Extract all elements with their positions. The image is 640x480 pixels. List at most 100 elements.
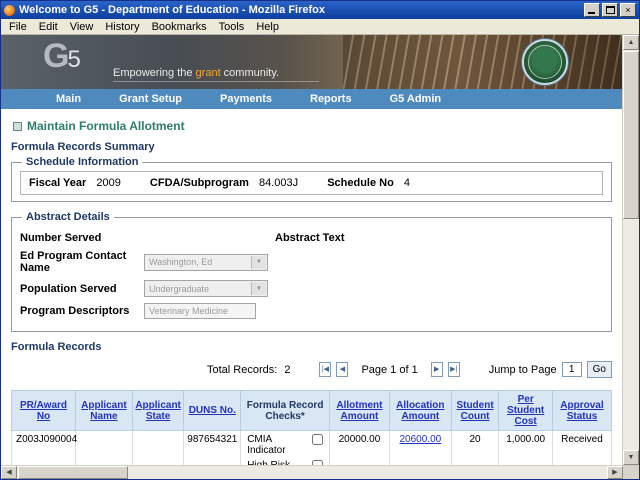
logo-5: 5 [67,46,80,73]
cell-applicant-name [75,430,133,465]
nav-g5-admin[interactable]: G5 Admin [371,93,461,105]
program-descriptors-value: Veterinary Medicine [149,306,229,316]
last-page-button[interactable]: ▶| [447,362,460,377]
header-allocation-amount: Allocation Amount [388,390,452,431]
sort-per-student-cost-link[interactable]: Per Student Cost [507,394,544,427]
firefox-icon [4,4,15,16]
menu-tools[interactable]: Tools [213,20,251,34]
schedule-no-value: 4 [403,177,410,189]
g5-logo: G5 [43,37,81,76]
sort-duns-no-link[interactable]: DUNS No. [189,405,236,416]
chevron-down-icon: ▼ [251,255,266,269]
abstract-legend: Abstract Details [26,211,110,223]
jump-to-page-label: Jump to Page [488,363,557,376]
header-allotment-amount: Allotment Amount [329,390,390,431]
prev-page-button[interactable]: ◀ [336,362,349,377]
formula-records-table: PR/Award No Applicant Name Applicant Sta… [10,390,612,465]
scroll-up-icon[interactable]: ▲ [622,35,639,50]
page-status: Page 1 of 1 [361,363,418,376]
window-title: Welcome to G5 - Department of Education … [19,4,325,16]
maximize-icon [606,6,615,14]
minimize-button[interactable] [584,3,600,17]
horizontal-scrollbar[interactable]: ◀ ▶ [1,465,623,479]
sort-applicant-name-link[interactable]: Applicant Name [81,400,127,422]
sort-allocation-amount-link[interactable]: Allocation Amount [396,400,444,422]
summary-heading: Formula Records Summary [11,141,155,153]
population-served-label: Population Served [20,282,117,295]
formula-records-heading: Formula Records [11,341,102,353]
go-button[interactable]: Go [586,361,612,378]
menu-bookmarks[interactable]: Bookmarks [146,20,213,34]
jump-to-page-input[interactable] [561,362,582,377]
cell-formula-record-checks: CMIA Indicator High Risk HR Certificatio… [240,430,330,465]
menu-help[interactable]: Help [250,20,285,34]
allocation-amount-link[interactable]: 20600.00 [399,434,441,445]
program-descriptors-label: Program Descriptors [20,305,130,317]
tagline-grant: grant [195,67,221,79]
page-title: Maintain Formula Allotment [13,119,612,133]
total-records-value: 2 [284,363,291,376]
schedule-information-fieldset: Schedule Information Fiscal Year 2009 CF… [11,156,612,202]
header-per-student-cost: Per Student Cost [498,390,553,431]
menu-edit[interactable]: Edit [33,20,64,34]
cell-approval-status: Received [552,430,612,465]
schedule-legend: Schedule Information [26,156,139,168]
vertical-scrollbar[interactable]: ▲ ▼ [621,35,639,465]
horizontal-scroll-track[interactable] [128,466,607,479]
fiscal-year-value: 2009 [96,177,121,189]
contact-name-value: Washington, Ed [149,257,213,267]
menu-history[interactable]: History [99,20,145,34]
nav-payments[interactable]: Payments [201,93,291,105]
sort-applicant-state-link[interactable]: Applicant State [135,400,181,422]
table-row: Z003J090004 987654321 CMIA Indicator 200… [10,430,612,465]
bullet-icon [13,121,22,131]
vertical-scroll-track[interactable] [623,219,639,450]
sort-pr-award-no-link[interactable]: PR/Award No [20,400,67,422]
cell-duns-no: 987654321 [183,430,242,465]
program-descriptors-input[interactable]: Veterinary Medicine [144,303,256,319]
check-row-high-risk: High Risk [241,457,329,465]
cell-allocation-amount: 20600.00 [388,430,452,465]
header-duns-no: DUNS No. [183,390,242,431]
cell-student-count: 20 [450,430,500,465]
scroll-right-icon[interactable]: ▶ [607,466,623,479]
page-viewport: G5 Empowering the grant community. Main … [1,35,622,465]
menu-view[interactable]: View [64,20,100,34]
cell-pr-award-no: Z003J090004 [10,430,77,465]
vertical-scroll-thumb[interactable] [622,51,639,219]
schedule-box: Fiscal Year 2009 CFDA/Subprogram 84.003J… [20,171,603,195]
cmia-indicator-checkbox[interactable] [312,434,323,445]
nav-grant-setup[interactable]: Grant Setup [100,93,201,105]
total-records-label: Total Records: [207,363,278,376]
sort-student-count-link[interactable]: Student Count [456,400,493,422]
sort-allotment-amount-link[interactable]: Allotment Amount [336,400,382,422]
horizontal-scroll-thumb[interactable] [18,466,128,479]
close-button[interactable]: × [620,3,636,17]
header-applicant-state: Applicant State [131,390,185,431]
first-page-button[interactable]: |◀ [319,362,332,377]
sort-approval-status-link[interactable]: Approval Status [560,400,603,422]
browser-window: Welcome to G5 - Department of Education … [0,0,640,480]
menu-file[interactable]: File [3,20,33,34]
nav-main[interactable]: Main [37,93,100,105]
abstract-text-label: Abstract Text [275,232,345,244]
next-page-button[interactable]: ▶ [430,362,443,377]
maximize-button[interactable] [602,3,618,17]
scroll-left-icon[interactable]: ◀ [1,466,17,479]
scrollbar-corner [623,465,639,479]
population-served-select[interactable]: Undergraduate ▼ [144,280,268,297]
header-applicant-name: Applicant Name [75,390,133,431]
doe-seal-icon [521,39,568,85]
nav-reports[interactable]: Reports [291,93,371,105]
abstract-details-fieldset: Abstract Details Number Served Abstract … [11,211,612,332]
cell-per-student-cost: 1,000.00 [498,430,553,465]
scroll-down-icon[interactable]: ▼ [622,450,639,465]
number-served-label: Number Served [20,232,102,244]
logo-g: G [43,37,69,75]
titlebar: Welcome to G5 - Department of Education … [1,1,639,19]
header-approval-status: Approval Status [552,390,612,431]
tagline-post: community. [220,67,280,79]
menubar: File Edit View History Bookmarks Tools H… [1,19,639,35]
contact-name-select[interactable]: Washington, Ed ▼ [144,253,268,271]
header-formula-record-checks: Formula Record Checks* [240,390,330,431]
